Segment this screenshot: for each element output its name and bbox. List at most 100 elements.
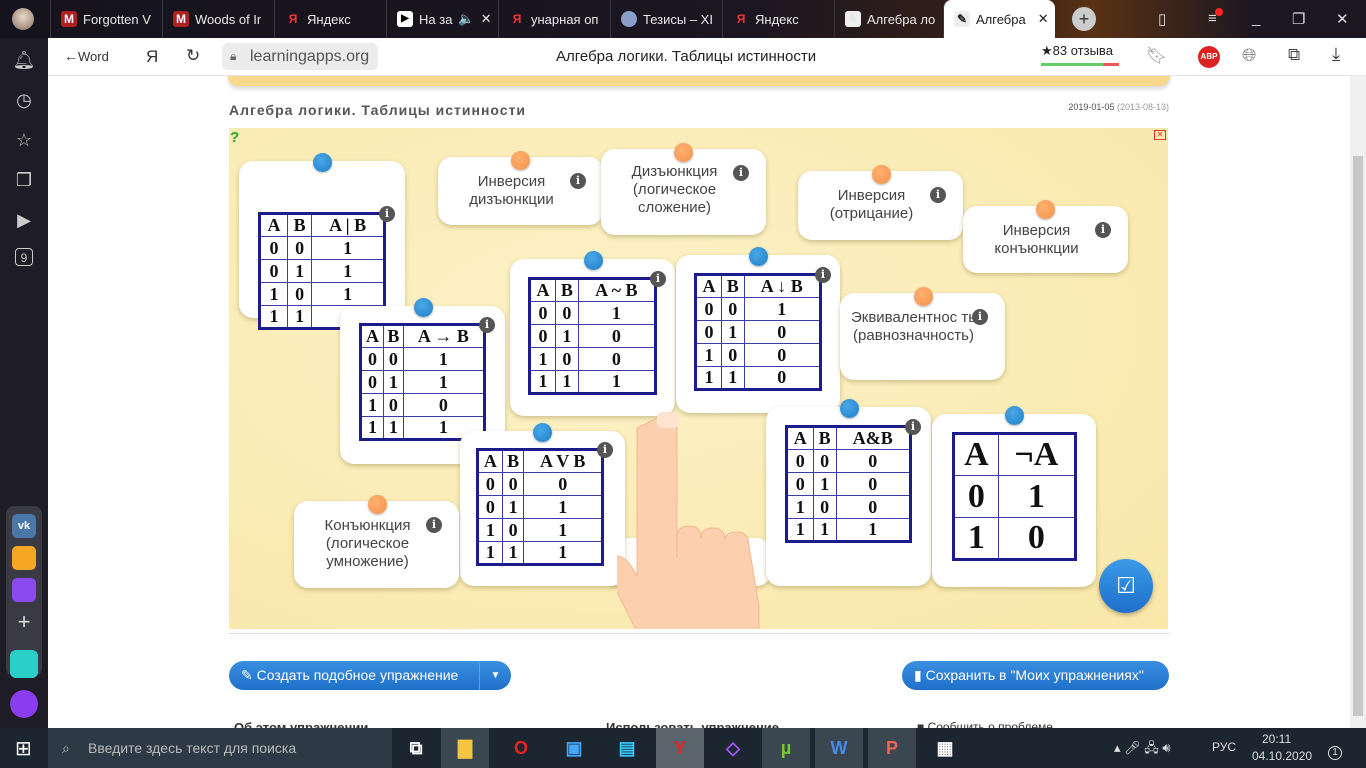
info-icon[interactable]: i [1095,222,1111,238]
app-icon[interactable]: ▣ [550,728,598,768]
language-indicator[interactable]: РУС [1212,740,1236,754]
info-icon[interactable]: i [930,187,946,203]
new-tab-button[interactable]: + [1072,7,1096,31]
tab-8[interactable]: ✎ Алгебра ло [834,0,943,38]
tab-1[interactable]: M Forgotten V [50,0,162,38]
info-icon[interactable]: i [815,267,831,283]
info-icon[interactable]: i [972,309,988,325]
check-button[interactable]: ☑ [1099,559,1153,613]
adblock-icon[interactable]: ABP [1198,46,1220,68]
explorer-icon[interactable]: ▇ [441,728,489,768]
download-icon[interactable]: ⤓ [1332,44,1340,65]
dropdown-toggle[interactable]: ▼ [479,661,511,690]
learningapps-icon: ✎ [954,11,970,27]
table-card-equiv[interactable]: ABA ~ B001010100111i [510,251,675,416]
vk-icon[interactable]: vk [12,514,36,538]
info-icon[interactable]: i [597,442,613,458]
tab-4[interactable]: ▶ На за 🔈 ✕ [386,0,498,38]
table-cell: 1 [477,541,503,565]
table-card-nor[interactable]: ABA ↓ B001010100110i [676,247,840,413]
taskbar-search[interactable]: ⌕ Введите здесь текст для поиска [48,728,392,768]
table-card-or[interactable]: ABA V B000011101111i [460,423,625,586]
reviews-button[interactable]: ★83 отзыва [1041,43,1119,66]
task-view-icon[interactable]: ⧉ [392,728,440,768]
close-tab-icon[interactable]: ✕ [1038,11,1049,27]
tray-icons[interactable]: ▴ 🎤︎ 🖧 🔊︎ [1114,739,1171,761]
save-button[interactable]: ▮ Сохранить в "Моих упражнениях" [902,661,1169,690]
table-cell: 1 [694,366,723,390]
clock-date[interactable]: 04.10.2020 [1252,749,1312,763]
send-icon[interactable] [10,650,38,678]
tab-7[interactable]: Я Яндекс [722,0,834,38]
tab-5[interactable]: Яунарная оп [498,0,610,38]
info-icon[interactable]: i [733,165,749,181]
tab-6[interactable]: Тезисы – XI [610,0,722,38]
globe-icon[interactable]: 🌐︎ [1242,45,1256,66]
label-card[interactable]: Инверсия (отрицание) i [798,165,963,240]
help-icon[interactable]: ? [230,129,239,146]
table-card-and[interactable]: A B A&B 0 0 0 0 1 0 1 0 0 1 1 1 i [766,399,931,586]
media-icon[interactable]: ▶ [12,208,36,232]
address-bar: ←Word Я ↻ 🔒︎ learningapps.org Алгебра лог… [48,38,1366,76]
visual-studio-icon[interactable]: ◇ [709,728,757,768]
opera-icon[interactable]: O [497,728,545,768]
table-cell: 0 [259,259,288,283]
messenger-icon[interactable] [12,578,36,602]
create-similar-button[interactable]: ✎ Создать подобное упражнение ▼ [229,661,511,690]
history-icon[interactable]: ◷ [12,88,36,112]
profile-avatar[interactable] [12,8,34,30]
table-card-not[interactable]: A ¬A 0 1 1 0 [932,406,1096,587]
star-icon[interactable]: ☆ [12,128,36,152]
label-card[interactable]: Инверсия дизъюнкции i [438,151,603,225]
collections-icon[interactable]: ❐ [12,168,36,192]
table-row: 001 [360,347,486,371]
badge-nine[interactable]: 9 [15,248,33,266]
table-card-nand[interactable]: ABA | B001011101110i [239,153,405,330]
tab-3[interactable]: Я Яндекс [274,0,386,38]
label-card[interactable]: Эквивалентнос ть (равнозначность) i [840,287,1005,380]
table-row: 010 [528,324,657,348]
clock-time[interactable]: 20:11 [1262,732,1291,746]
label-card[interactable]: Конъюнкция (логическое умножение) i [294,495,459,588]
bookmark-icon[interactable]: 🔖︎ [1146,46,1168,66]
notification-count[interactable]: 1 [1328,746,1342,760]
info-icon[interactable]: i [570,173,586,189]
yandex-button[interactable]: Я [146,47,158,67]
alice-icon[interactable] [10,690,38,718]
scroll-thumb[interactable] [1353,156,1363,716]
mail-icon[interactable] [12,546,36,570]
extension-icon[interactable]: ⧉ [1288,45,1300,65]
info-icon[interactable]: i [379,206,395,222]
info-icon[interactable]: i [426,517,442,533]
minimize-button[interactable]: _ [1252,10,1260,27]
start-button[interactable]: ⊞ [15,736,32,761]
restore-button[interactable]: ❐ [1292,10,1305,28]
add-icon[interactable]: + [12,610,36,634]
info-icon[interactable]: i [479,317,495,333]
speaker-icon[interactable]: 🔈 [458,11,474,27]
word-icon[interactable]: W [815,728,863,768]
app-icon-2[interactable]: ▦ [921,728,969,768]
tab-active[interactable]: ✎ Алгебра ✕ [943,0,1055,38]
bookmarks-panel-icon[interactable]: ▯ [1158,10,1166,28]
table-cell: 1 [382,416,404,440]
terminal-icon[interactable]: ▤ [603,728,651,768]
info-icon[interactable]: i [650,271,666,287]
scrollbar[interactable] [1350,76,1366,728]
close-window-button[interactable]: ✕ [1336,10,1349,28]
close-tab-icon[interactable]: ✕ [481,11,492,27]
back-button[interactable]: ←Word [64,48,109,64]
label-card[interactable]: Инверсия конъюнкции i [963,200,1128,273]
tab-2[interactable]: M Woods of Ir [162,0,274,38]
yandex-browser-icon[interactable]: Y [656,728,704,768]
table-row: 110 [694,366,822,390]
info-icon[interactable]: i [905,419,921,435]
fullscreen-icon[interactable]: ✕ [1154,130,1166,140]
label-card[interactable]: Дизъюнкция (логическое сложение) i [601,143,766,235]
report-link[interactable]: ■ Сообщить о проблеме [917,720,1053,728]
utorrent-icon[interactable]: µ [762,728,810,768]
url-field[interactable]: 🔒︎ learningapps.org [222,43,378,70]
bell-icon[interactable]: 🔔︎ [12,48,36,72]
powerpoint-icon[interactable]: P [868,728,916,768]
reload-icon[interactable]: ↻ [186,46,200,66]
